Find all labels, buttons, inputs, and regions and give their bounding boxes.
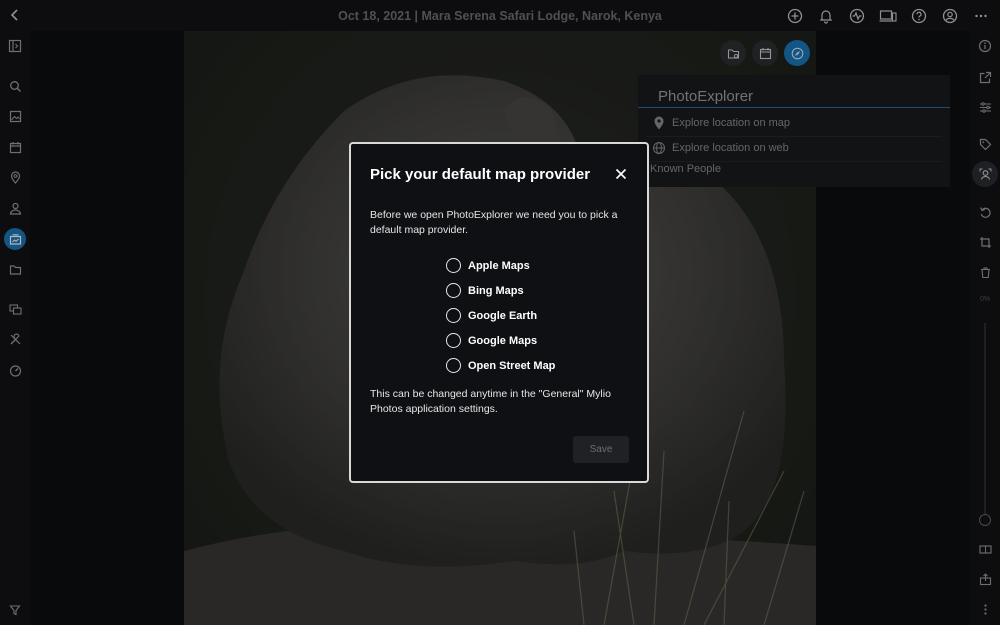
app-window: Oct 18, 2021 | Mara Serena Safari Lodge,… [0,0,1000,625]
radio-button[interactable] [446,333,461,348]
dialog-note: This can be changed anytime in the "Gene… [370,388,611,415]
option-google-earth[interactable]: Google Earth [446,303,555,328]
provider-options: Apple Maps Bing Maps Google Earth Google… [446,253,555,378]
close-icon [615,168,627,180]
radio-button[interactable] [446,308,461,323]
option-bing-maps[interactable]: Bing Maps [446,278,555,303]
dialog-title: Pick your default map provider [370,166,591,183]
option-label: Google Maps [468,334,538,347]
option-label: Open Street Map [468,359,556,372]
option-open-street-map[interactable]: Open Street Map [446,353,555,378]
option-label: Apple Maps [468,259,530,272]
option-apple-maps[interactable]: Apple Maps [446,253,555,278]
option-label: Google Earth [468,309,538,322]
option-google-maps[interactable]: Google Maps [446,328,555,353]
radio-button[interactable] [446,258,461,273]
radio-button[interactable] [446,283,461,298]
save-button[interactable]: Save [573,436,629,463]
close-button[interactable] [613,166,629,182]
map-provider-dialog: Pick your default map provider Before we… [349,142,649,483]
dialog-intro: Before we open PhotoExplorer we need you… [370,209,618,236]
option-label: Bing Maps [468,284,524,297]
radio-button[interactable] [446,358,461,373]
